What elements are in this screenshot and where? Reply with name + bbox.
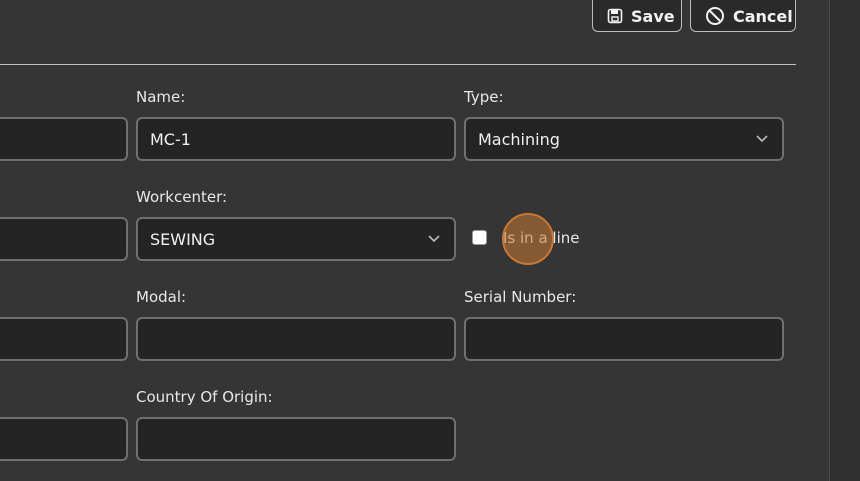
workcenter-label: Workcenter:	[136, 188, 228, 206]
left-field-row3[interactable]	[0, 317, 128, 361]
name-value: MC-1	[150, 129, 191, 149]
save-button[interactable]: Save	[592, 0, 682, 32]
save-label: Save	[631, 6, 675, 26]
left-field-row1[interactable]	[0, 117, 128, 161]
type-select[interactable]: Machining	[464, 117, 784, 161]
name-input[interactable]: MC-1	[136, 117, 456, 161]
floppy-disk-icon	[607, 6, 623, 26]
country-of-origin-input[interactable]	[136, 417, 456, 461]
modal-input[interactable]	[136, 317, 456, 361]
workcenter-value: SEWING	[150, 229, 216, 249]
modal-label: Modal:	[136, 288, 187, 306]
chevron-down-icon	[756, 135, 768, 143]
is-in-line-checkbox[interactable]	[472, 230, 487, 245]
name-label: Name:	[136, 88, 186, 106]
header-divider	[0, 64, 796, 65]
workcenter-select[interactable]: SEWING	[136, 217, 456, 261]
left-field-row4[interactable]	[0, 417, 128, 461]
scrollbar-track[interactable]	[829, 0, 860, 481]
cancel-button[interactable]: Cancel	[690, 0, 796, 32]
serial-number-label: Serial Number:	[464, 288, 577, 306]
left-field-row2[interactable]	[0, 217, 128, 261]
ban-icon	[705, 6, 725, 26]
type-label: Type:	[464, 88, 504, 106]
country-of-origin-label: Country Of Origin:	[136, 388, 273, 406]
type-value: Machining	[478, 129, 560, 149]
click-indicator	[502, 213, 554, 265]
chevron-down-icon	[428, 235, 440, 243]
serial-number-input[interactable]	[464, 317, 784, 361]
cancel-label: Cancel	[733, 6, 793, 26]
